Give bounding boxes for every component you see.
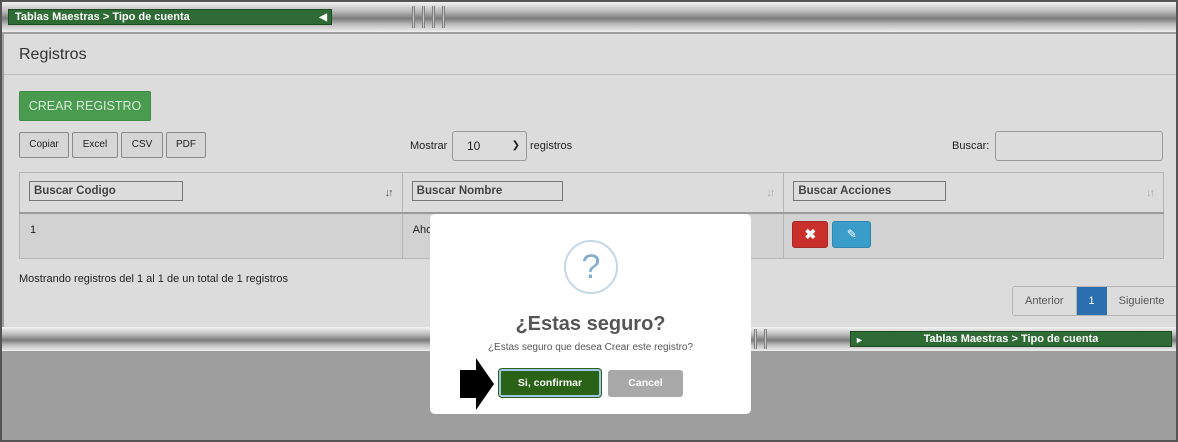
sort-icon[interactable]: ↓↑ — [766, 187, 775, 199]
show-label: Mostrar — [410, 140, 448, 152]
column-nombre[interactable]: Buscar Nombre ↓↑ — [401, 172, 785, 214]
next-page-button[interactable]: Siguiente — [1106, 287, 1176, 315]
page-title: Registros — [19, 46, 87, 63]
splitter-grip[interactable] — [754, 329, 757, 349]
top-breadcrumb[interactable]: Tablas Maestras > Tipo de cuenta ◀ — [8, 9, 332, 25]
show-suffix: registros — [530, 140, 573, 152]
cancel-button[interactable]: Cancel — [608, 370, 683, 397]
prev-page-button[interactable]: Anterior — [1013, 287, 1077, 315]
dialog-title: ¿Estas seguro? — [515, 313, 666, 335]
excel-button[interactable]: Excel — [72, 132, 118, 158]
splitter-grip[interactable] — [764, 329, 767, 349]
app-frame: Tablas Maestras > Tipo de cuenta ◀ Regis… — [0, 0, 1178, 442]
splitter-grip[interactable] — [412, 6, 415, 28]
collapse-left-icon[interactable]: ◀ — [319, 11, 327, 25]
splitter-grip[interactable] — [422, 6, 425, 28]
column-codigo[interactable]: Buscar Codigo ↓↑ — [19, 172, 403, 214]
search-label: Buscar: — [952, 140, 990, 152]
page-size-select[interactable]: 10 ❯ — [452, 131, 527, 161]
delete-button[interactable]: ✖ — [792, 220, 829, 248]
search-acciones-input[interactable]: Buscar Acciones — [793, 181, 947, 201]
divider — [4, 74, 1176, 75]
bottom-breadcrumb-label: Tablas Maestras > Tipo de cuenta — [923, 333, 1099, 345]
top-bar: Tablas Maestras > Tipo de cuenta ◀ — [2, 2, 1176, 32]
header-row: Buscar Codigo ↓↑ Buscar Nombre ↓↑ Buscar… — [19, 172, 1164, 214]
search-nombre-input[interactable]: Buscar Nombre — [411, 181, 563, 201]
create-record-button[interactable]: CREAR REGISTRO — [19, 91, 151, 121]
splitter-grip[interactable] — [442, 6, 445, 28]
cell-codigo: 1 — [19, 212, 403, 259]
close-icon: ✖ — [804, 225, 817, 242]
copy-button[interactable]: Copiar — [19, 132, 69, 158]
pagination: Anterior 1 Siguiente — [1012, 286, 1176, 316]
page-size-value: 10 — [467, 139, 481, 153]
page-1-button[interactable]: 1 — [1076, 287, 1107, 315]
table-info: Mostrando registros del 1 al 1 de un tot… — [19, 273, 289, 285]
edit-icon: ✎ — [846, 226, 857, 241]
sort-asc-icon[interactable]: ↓↑ — [385, 187, 394, 199]
search-input[interactable] — [995, 131, 1163, 161]
chevron-down-icon: ❯ — [511, 140, 520, 151]
pdf-button[interactable]: PDF — [166, 132, 206, 158]
sort-icon[interactable]: ↓↑ — [1146, 187, 1155, 199]
csv-button[interactable]: CSV — [121, 132, 163, 158]
cell-acciones: ✖ ✎ — [783, 212, 1164, 259]
column-acciones[interactable]: Buscar Acciones ↓↑ — [783, 172, 1164, 214]
splitter-grip[interactable] — [432, 6, 435, 28]
search-codigo-input[interactable]: Buscar Codigo — [29, 181, 183, 201]
confirm-button[interactable]: Si, confirmar — [499, 369, 601, 397]
top-breadcrumb-label: Tablas Maestras > Tipo de cuenta — [15, 11, 190, 23]
expand-right-icon[interactable]: ► — [855, 333, 864, 347]
pointer-arrow-icon — [460, 358, 494, 410]
dialog-message: ¿Estas seguro que desea Crear este regis… — [487, 342, 694, 353]
edit-button[interactable]: ✎ — [832, 220, 872, 248]
question-icon: ? — [564, 240, 618, 294]
bottom-breadcrumb[interactable]: ► Tablas Maestras > Tipo de cuenta — [850, 331, 1172, 347]
